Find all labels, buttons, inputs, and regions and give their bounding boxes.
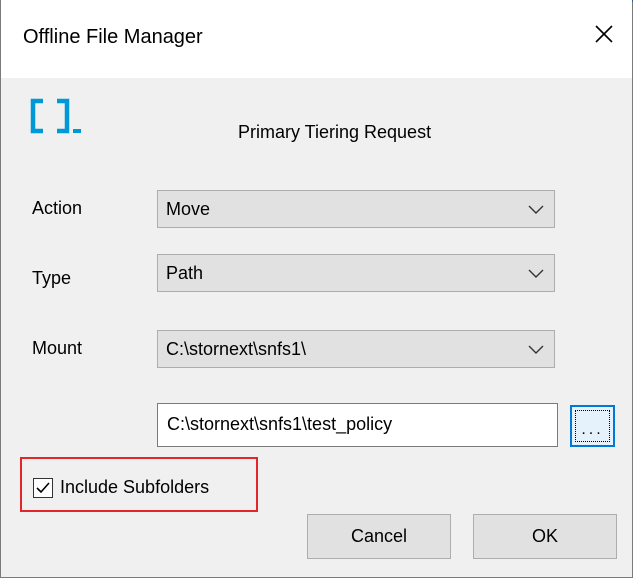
close-button[interactable] [576,12,632,56]
browse-button[interactable]: ... [570,405,615,447]
bracket-logo-icon [29,96,99,151]
mount-select[interactable]: C:\stornext\snfs1\ [157,330,555,368]
chevron-down-icon [528,205,544,214]
path-input[interactable]: C:\stornext\snfs1\test_policy [157,403,558,447]
browse-button-label: ... [575,410,610,442]
checkmark-icon [36,482,50,494]
ok-button[interactable]: OK [473,514,617,559]
action-select[interactable]: Move [157,190,555,228]
title-bar: Offline File Manager [1,0,632,78]
action-label: Action [32,198,83,218]
close-icon [595,25,613,43]
request-heading: Primary Tiering Request [238,122,432,142]
type-label: Type [32,268,72,288]
path-input-value: C:\stornext\snfs1\test_policy [167,414,393,434]
type-select[interactable]: Path [157,254,555,292]
include-subfolders-checkbox[interactable] [33,478,53,498]
mount-label: Mount [32,338,83,358]
offline-file-manager-dialog: Offline File Manager Primary Tiering Req… [0,0,633,578]
include-subfolders-label[interactable]: Include Subfolders [60,477,209,498]
type-select-value: Path [166,263,204,283]
window-title: Offline File Manager [23,26,203,48]
cancel-button[interactable]: Cancel [307,514,451,559]
chevron-down-icon [528,345,544,354]
chevron-down-icon [528,269,544,278]
mount-select-value: C:\stornext\snfs1\ [166,339,307,359]
action-select-value: Move [166,199,211,219]
